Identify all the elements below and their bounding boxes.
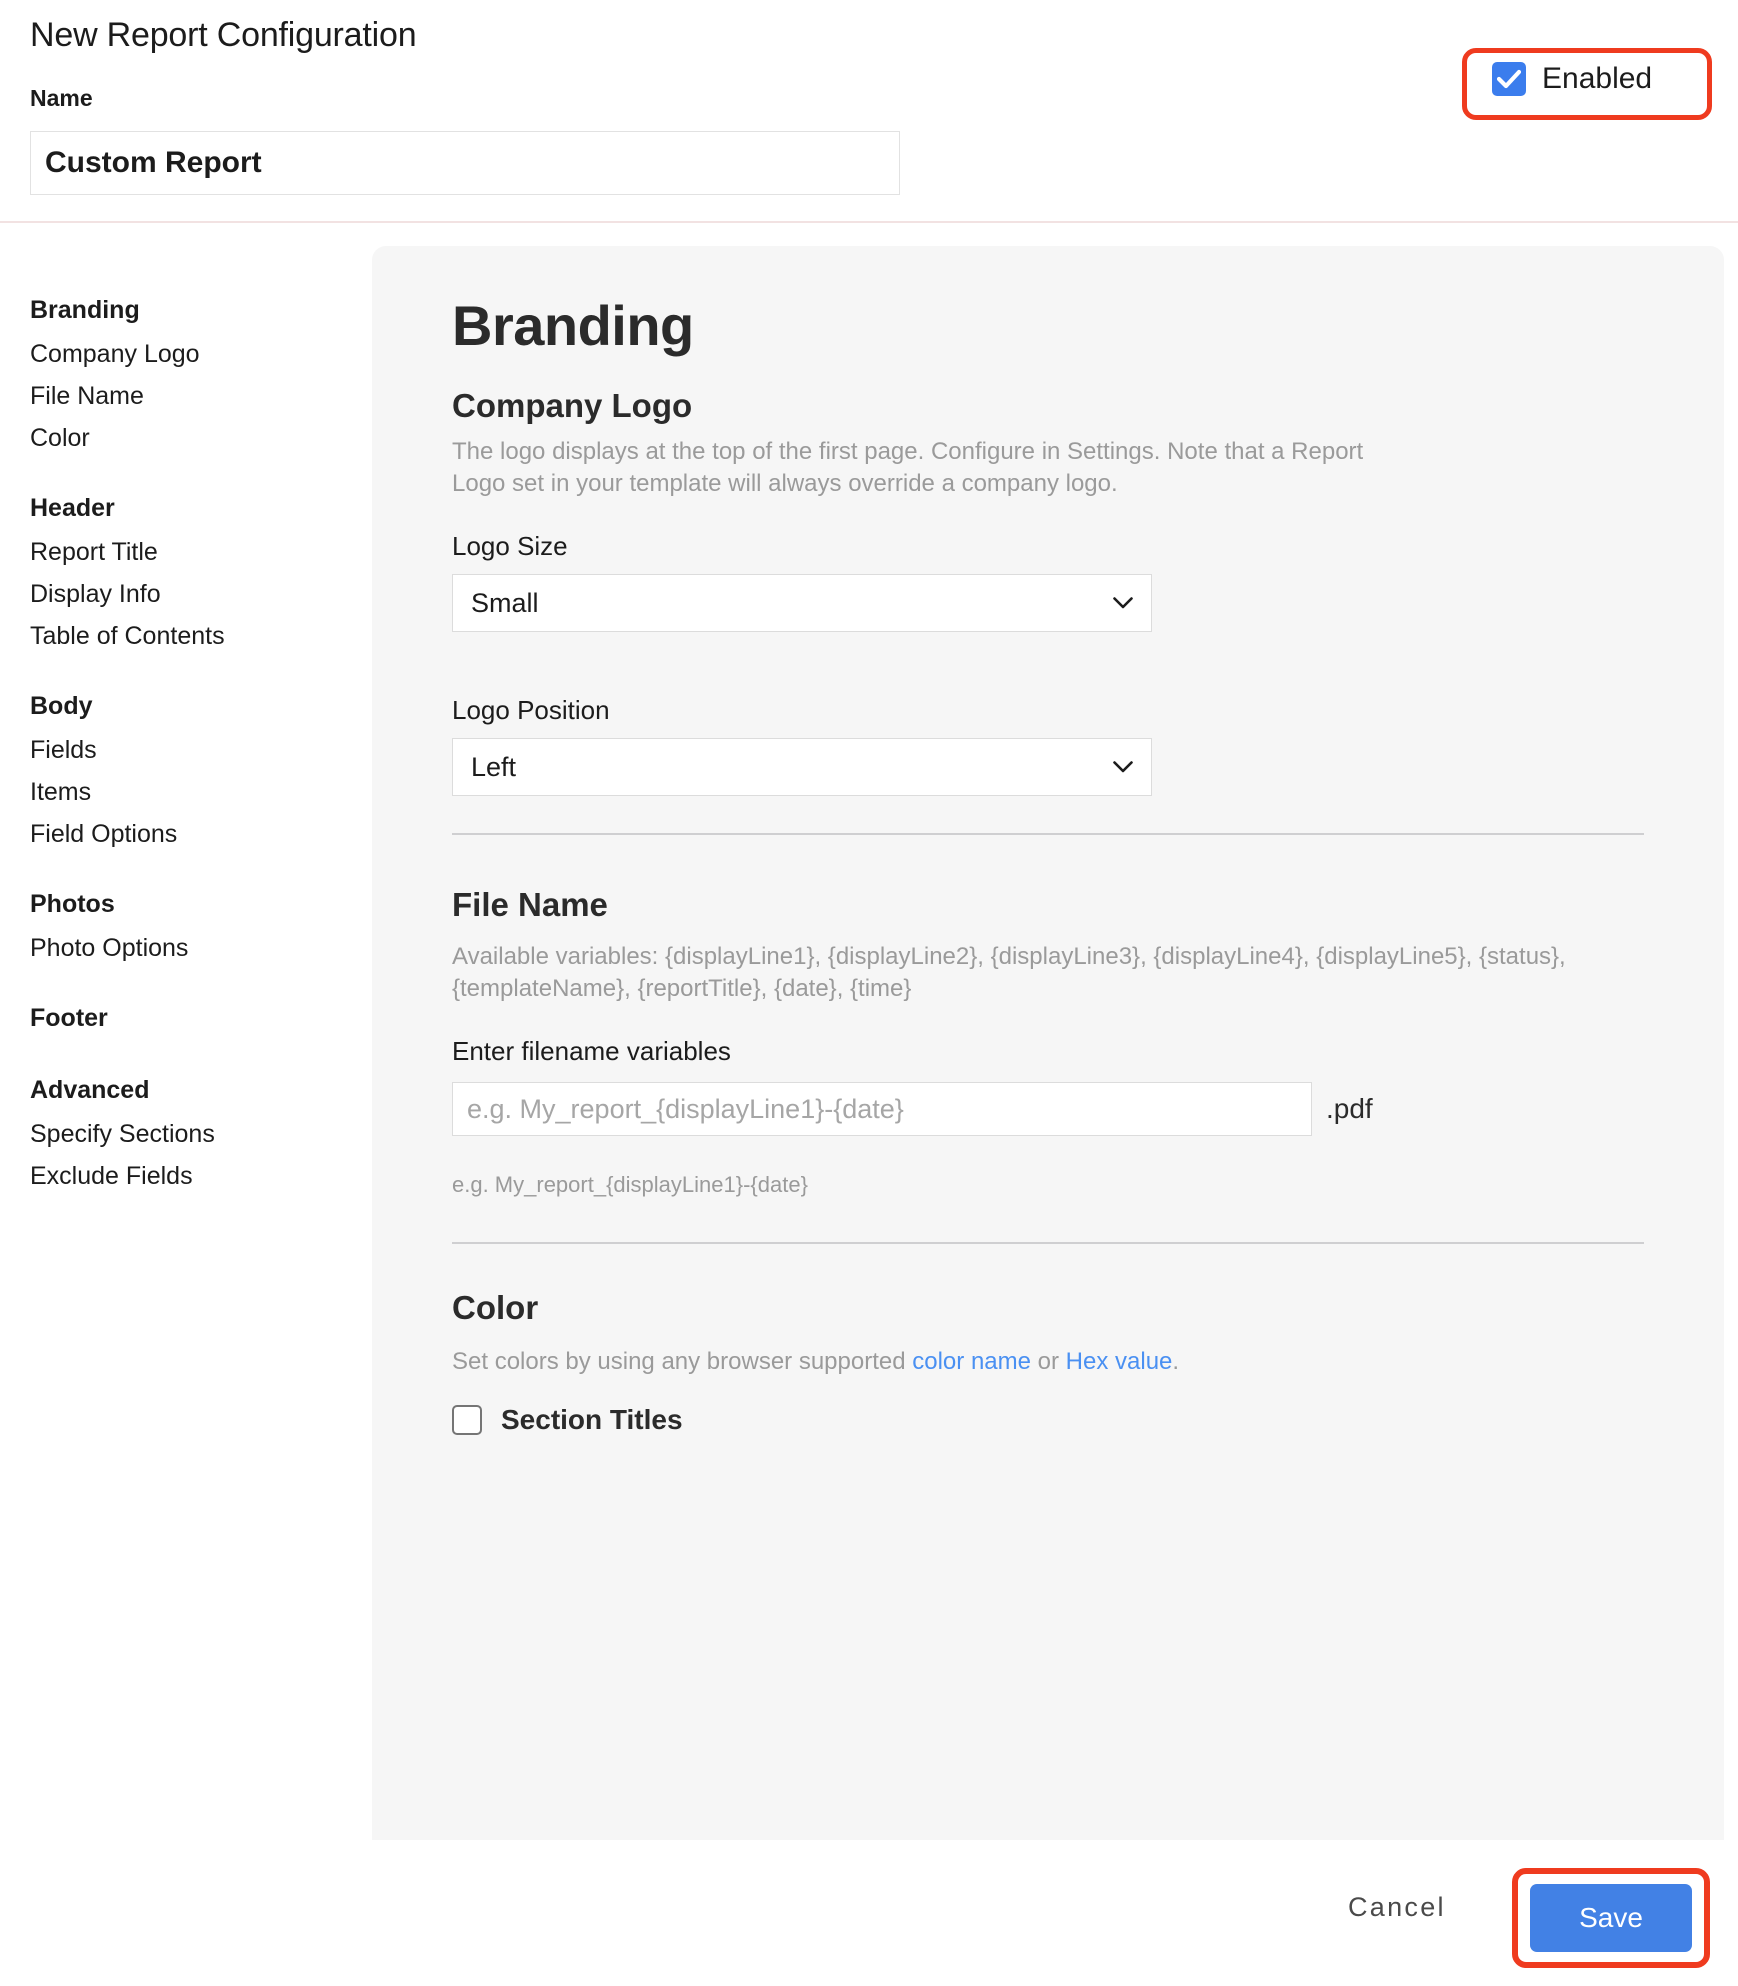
sidebar-item-report-title[interactable]: Report Title xyxy=(0,531,372,573)
logo-position-select[interactable]: Left xyxy=(452,738,1152,796)
hex-value-link[interactable]: Hex value xyxy=(1066,1348,1173,1375)
enabled-checkbox[interactable] xyxy=(1492,62,1526,96)
nav-group-advanced: Advanced Specify Sections Exclude Fields xyxy=(0,1069,372,1197)
name-field-label: Name xyxy=(30,85,93,111)
sidebar-nav: Branding Company Logo File Name Color He… xyxy=(0,223,372,1986)
nav-group-body: Body Fields Items Field Options xyxy=(0,685,372,855)
sidebar-item-display-info[interactable]: Display Info xyxy=(0,573,372,615)
sidebar-item-company-logo[interactable]: Company Logo xyxy=(0,333,372,375)
cancel-button[interactable]: Cancel xyxy=(1348,1892,1446,1923)
filename-variables-input[interactable] xyxy=(452,1082,1312,1136)
filename-input-row: .pdf xyxy=(452,1082,1373,1136)
divider-file-name xyxy=(452,1242,1644,1244)
sidebar-item-file-name[interactable]: File Name xyxy=(0,375,372,417)
sidebar-item-items[interactable]: Items xyxy=(0,771,372,813)
enabled-checkbox-row[interactable]: Enabled xyxy=(1492,62,1652,96)
section-titles-label: Section Titles xyxy=(501,1404,683,1435)
chevron-down-icon xyxy=(1113,760,1133,772)
enabled-label: Enabled xyxy=(1542,62,1653,95)
filename-hint: e.g. My_report_{displayLine1}-{date} xyxy=(452,1172,808,1197)
settings-panel: Branding Company Logo The logo displays … xyxy=(372,246,1724,1840)
logo-size-select[interactable]: Small xyxy=(452,574,1152,632)
nav-group-footer: Footer xyxy=(0,997,372,1041)
nav-group-branding: Branding Company Logo File Name Color xyxy=(0,289,372,459)
subsection-heading-company-logo: Company Logo xyxy=(452,387,693,424)
save-button[interactable]: Save xyxy=(1530,1884,1692,1952)
company-logo-description: The logo displays at the top of the firs… xyxy=(452,438,1364,497)
chevron-down-icon xyxy=(1113,596,1133,608)
logo-size-value: Small xyxy=(471,587,539,618)
nav-heading-body: Body xyxy=(30,692,93,720)
sidebar-item-fields[interactable]: Fields xyxy=(0,729,372,771)
nav-group-header: Header Report Title Display Info Table o… xyxy=(0,487,372,657)
sidebar-item-field-options[interactable]: Field Options xyxy=(0,813,372,855)
dialog-footer xyxy=(0,1840,1738,1986)
sidebar-item-table-of-contents[interactable]: Table of Contents xyxy=(0,615,372,657)
sidebar-item-exclude-fields[interactable]: Exclude Fields xyxy=(0,1155,372,1197)
nav-heading-footer[interactable]: Footer xyxy=(0,997,372,1041)
sidebar-item-specify-sections[interactable]: Specify Sections xyxy=(0,1113,372,1155)
sidebar-item-color[interactable]: Color xyxy=(0,417,372,459)
nav-heading-header: Header xyxy=(30,494,115,522)
subsection-heading-file-name: File Name xyxy=(452,886,608,923)
logo-size-label: Logo Size xyxy=(452,531,568,561)
nav-heading-advanced: Advanced xyxy=(30,1076,150,1104)
color-description-part2: or xyxy=(1030,1348,1066,1375)
divider-company-logo xyxy=(452,833,1644,835)
section-titles-checkbox[interactable] xyxy=(452,1405,482,1435)
logo-position-label: Logo Position xyxy=(452,695,610,725)
checkmark-icon xyxy=(1497,69,1521,89)
report-name-input[interactable] xyxy=(30,131,900,195)
section-heading-branding: Branding xyxy=(452,294,694,357)
filename-extension-label: .pdf xyxy=(1326,1093,1373,1124)
section-titles-row[interactable]: Section Titles xyxy=(452,1404,683,1436)
filename-input-label: Enter filename variables xyxy=(452,1036,731,1066)
file-name-available-variables: Available variables: {displayLine1}, {di… xyxy=(452,943,1566,1002)
nav-heading-photos: Photos xyxy=(30,890,115,918)
page-title: New Report Configuration xyxy=(30,16,417,54)
color-description-part1: Set colors by using any browser supporte… xyxy=(452,1348,913,1375)
nav-heading-branding: Branding xyxy=(30,296,140,324)
logo-position-value: Left xyxy=(471,751,517,782)
sidebar-item-photo-options[interactable]: Photo Options xyxy=(0,927,372,969)
nav-group-photos: Photos Photo Options xyxy=(0,883,372,969)
subsection-heading-color: Color xyxy=(452,1289,539,1326)
color-description: Set colors by using any browser supporte… xyxy=(452,1346,1592,1378)
color-name-link[interactable]: color name xyxy=(912,1348,1031,1375)
color-description-part3: . xyxy=(1172,1348,1180,1375)
